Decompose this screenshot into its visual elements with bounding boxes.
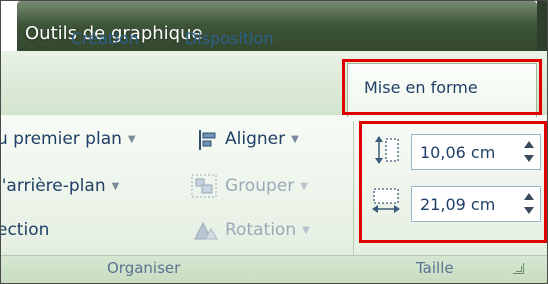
align-button[interactable]: Aligner ▼ xyxy=(225,129,299,149)
align-label: Aligner xyxy=(225,129,286,149)
chevron-down-icon: ▼ xyxy=(127,134,136,145)
group-label-organiser: Organiser xyxy=(107,259,181,277)
chevron-down-icon: ▼ xyxy=(111,181,120,192)
chevron-down-icon: ▼ xyxy=(302,225,310,236)
highlight-box-tab xyxy=(342,59,542,115)
rotate-icon xyxy=(194,221,218,240)
title-bar-edge xyxy=(537,1,547,51)
group-button: Grouper ▼ xyxy=(225,176,308,196)
selection-pane-button[interactable]: ection xyxy=(0,220,50,240)
group-icon xyxy=(191,174,217,198)
bring-forward-label: u premier plan xyxy=(0,129,122,149)
rotate-button: Rotation ▼ xyxy=(225,220,310,240)
ribbon-window: Outils de graphique Création Disposition… xyxy=(0,0,548,284)
dialog-launcher-icon[interactable] xyxy=(513,263,524,274)
group-label-bar xyxy=(1,255,547,283)
send-backward-label: l'arrière-plan xyxy=(0,176,106,196)
align-icon xyxy=(199,130,216,150)
selection-pane-label: ection xyxy=(0,220,50,240)
group-label-taille: Taille xyxy=(416,259,454,277)
highlight-box-size xyxy=(359,121,547,243)
chevron-down-icon: ▼ xyxy=(291,134,299,145)
rotate-label: Rotation xyxy=(225,220,297,240)
send-backward-button[interactable]: l'arrière-plan ▼ xyxy=(0,176,120,196)
tab-disposition[interactable]: Disposition xyxy=(185,29,273,48)
bring-forward-button[interactable]: u premier plan ▼ xyxy=(0,129,136,149)
tab-creation[interactable]: Création xyxy=(71,29,139,48)
group-label: Grouper xyxy=(225,176,295,196)
chevron-down-icon: ▼ xyxy=(300,181,308,192)
